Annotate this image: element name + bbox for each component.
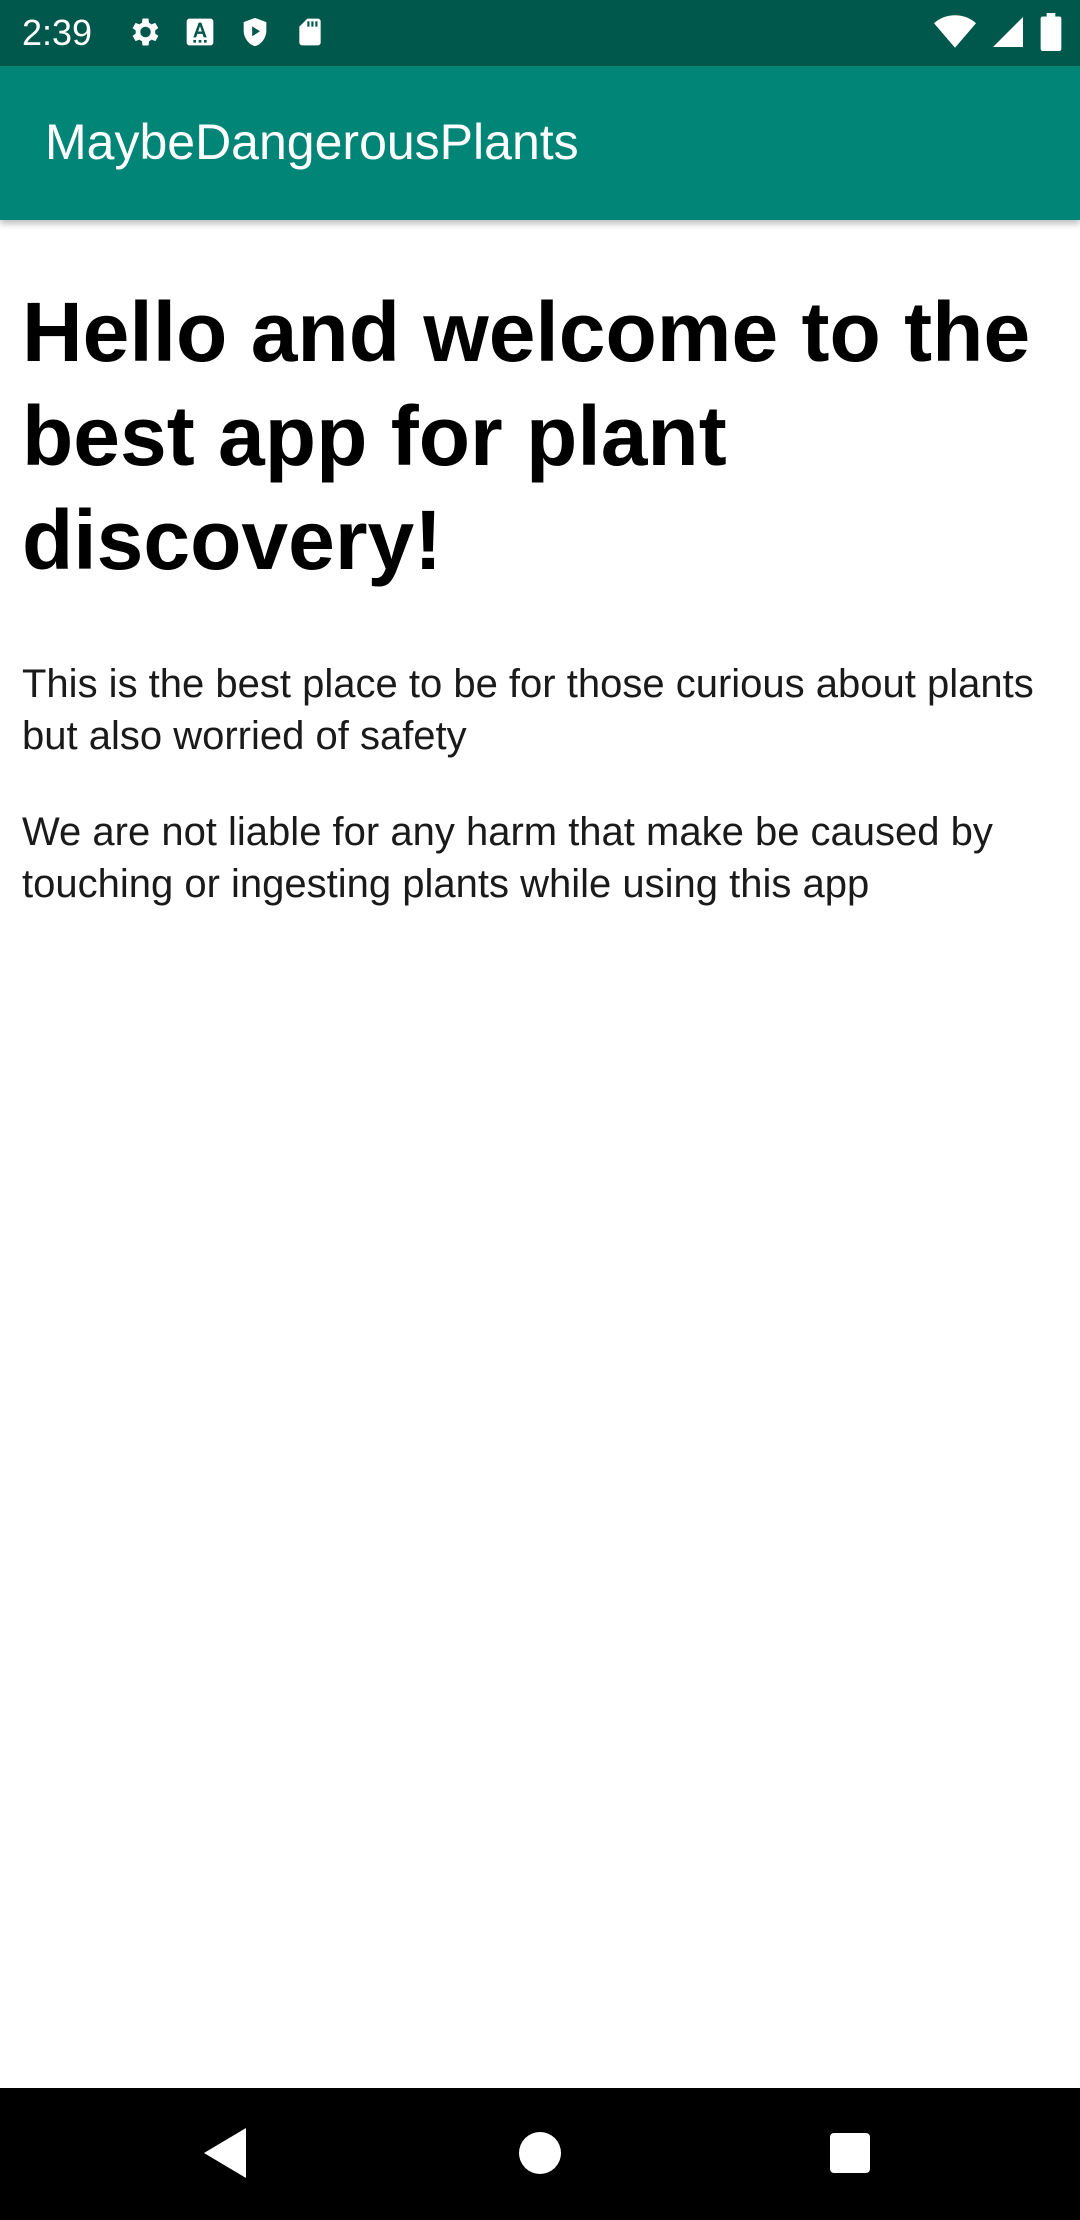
home-button[interactable]: [500, 2120, 580, 2190]
battery-icon: [1040, 12, 1062, 56]
status-bar: 2:39: [0, 0, 1080, 66]
cellular-signal-icon: [990, 14, 1026, 55]
settings-gear-icon: [126, 14, 162, 55]
status-system-icons: [920, 12, 1062, 56]
main-content: Hello and welcome to the best app for pl…: [22, 280, 1042, 910]
back-button[interactable]: [186, 2120, 266, 2190]
recents-icon: [830, 2132, 870, 2178]
recents-button[interactable]: [810, 2120, 890, 2190]
shield-play-icon: [238, 14, 272, 55]
sd-card-icon: [294, 14, 326, 55]
back-icon: [204, 2127, 248, 2183]
intro-paragraph: This is the best place to be for those c…: [22, 662, 1034, 758]
app-bar: MaybeDangerousPlants: [0, 66, 1080, 220]
status-notification-icons: [126, 14, 348, 54]
status-time: 2:39: [22, 12, 93, 53]
disclaimer-paragraph: We are not liable for any harm that make…: [22, 810, 993, 906]
navigation-bar: [0, 2088, 1080, 2220]
font-a-icon: [184, 16, 216, 53]
home-icon: [519, 2131, 561, 2179]
welcome-headline: Hello and welcome to the best app for pl…: [22, 285, 1031, 587]
wifi-icon: [934, 14, 976, 55]
app-title: MaybeDangerousPlants: [45, 114, 579, 170]
